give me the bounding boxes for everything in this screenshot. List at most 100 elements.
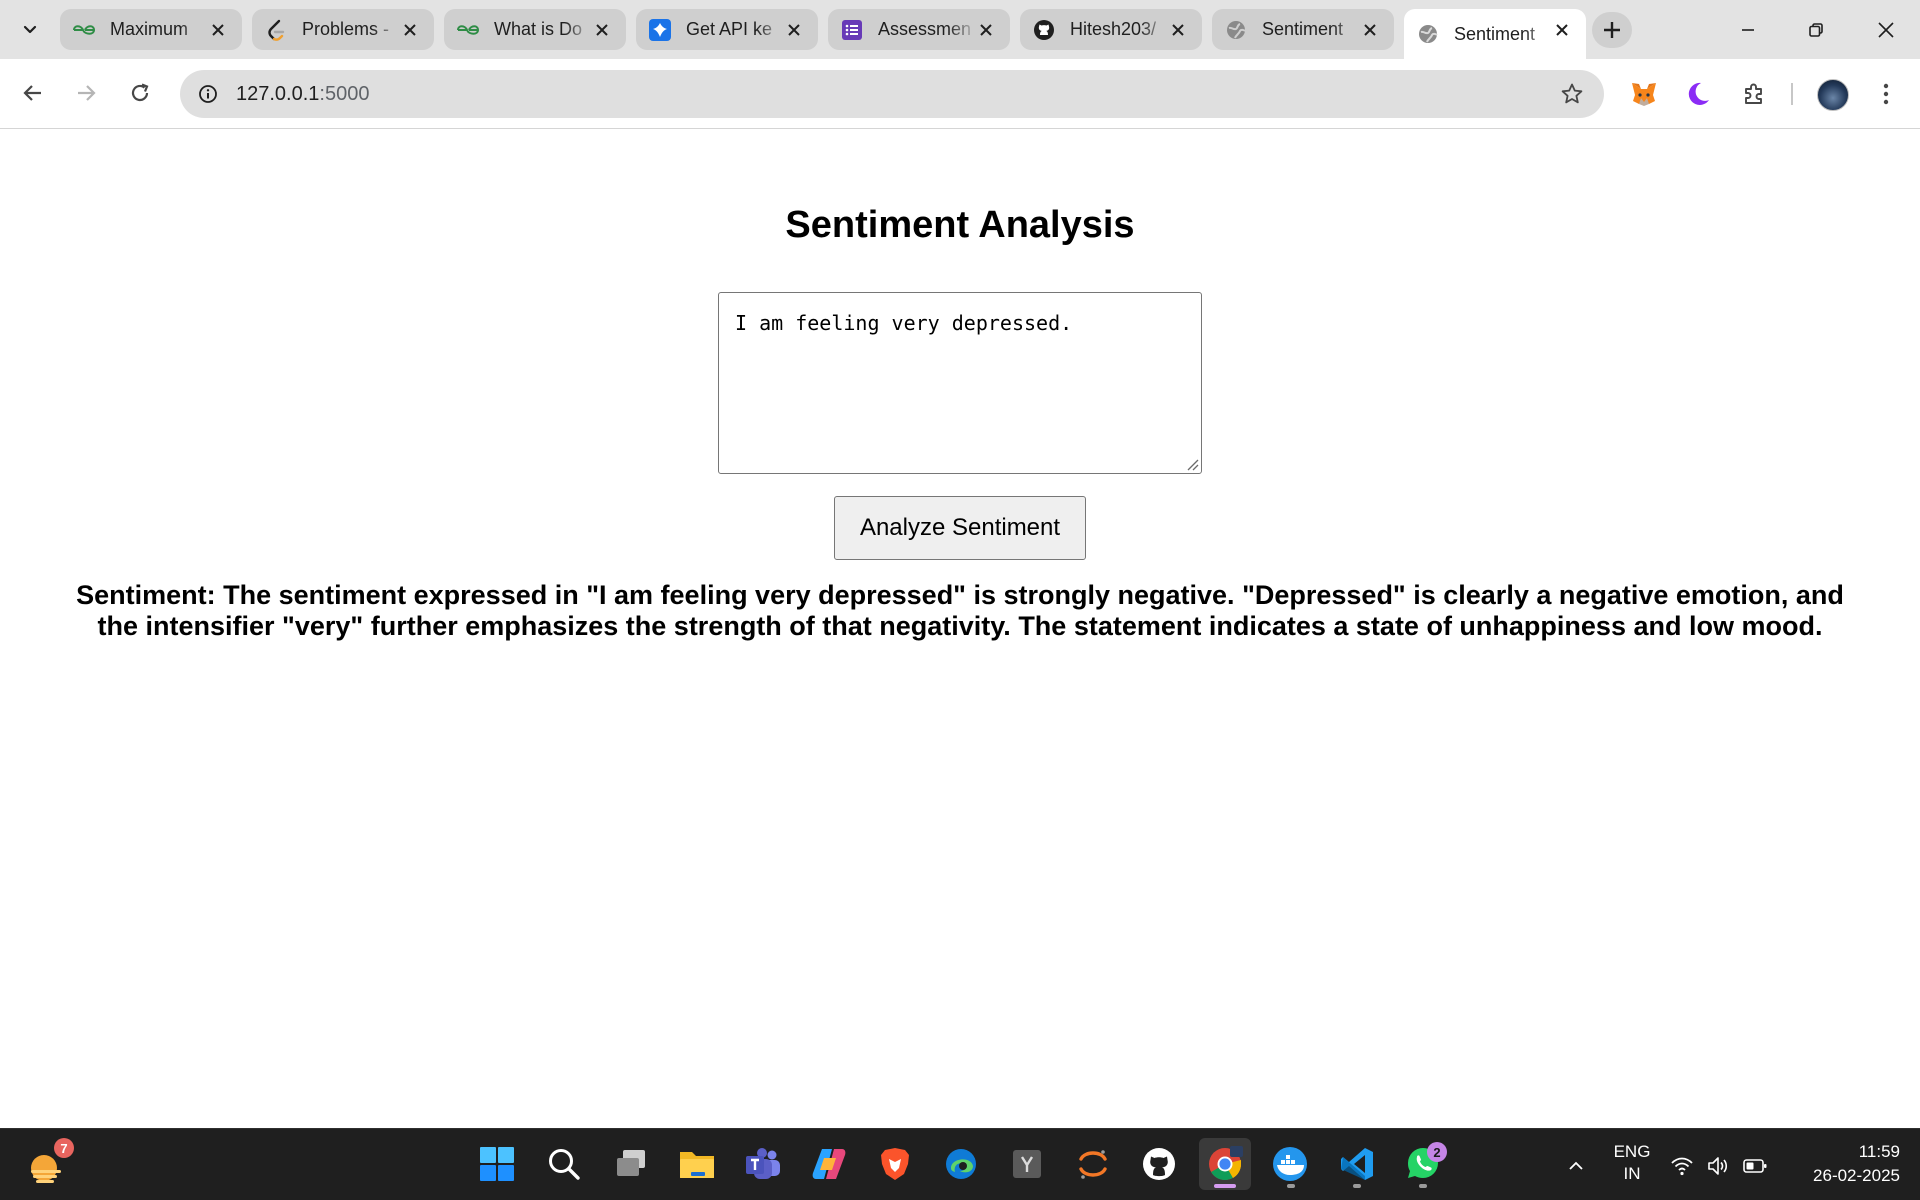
browser-toolbar: 127.0.0.1:5000 (0, 59, 1920, 129)
tab-title: Sentiment (1262, 19, 1344, 39)
globe-icon (1416, 22, 1440, 46)
close-window-button[interactable] (1852, 0, 1920, 59)
tab-maximum[interactable]: Maximum (60, 9, 242, 50)
edge-button[interactable] (935, 1138, 987, 1190)
brave-button[interactable] (869, 1138, 921, 1190)
close-icon[interactable] (974, 18, 998, 42)
file-explorer-icon (680, 1152, 714, 1178)
leetcode-icon (264, 18, 288, 42)
close-icon[interactable] (782, 18, 806, 42)
copilot-button[interactable] (803, 1138, 855, 1190)
tab-search-button[interactable] (14, 13, 46, 45)
kebab-menu-icon (1883, 83, 1889, 105)
taskbar-search-button[interactable] (538, 1138, 590, 1190)
weather-badge: 7 (54, 1138, 74, 1158)
forward-button[interactable] (66, 73, 106, 113)
close-icon[interactable] (398, 18, 422, 42)
whatsapp-badge: 2 (1427, 1142, 1447, 1162)
reload-icon (131, 83, 149, 102)
bookmark-button[interactable] (1558, 80, 1586, 108)
forms-icon (840, 18, 864, 42)
chrome-button[interactable] (1199, 1138, 1251, 1190)
extensions-button[interactable] (1736, 76, 1772, 112)
url-text[interactable]: 127.0.0.1:5000 (236, 83, 369, 106)
close-icon[interactable] (590, 18, 614, 42)
puzzle-extensions-icon (1745, 83, 1762, 104)
metamask-icon (1632, 83, 1656, 106)
arrow-left-icon (23, 85, 41, 101)
arrow-right-icon (78, 85, 96, 101)
site-info-button[interactable] (192, 78, 224, 110)
copilot-icon (812, 1149, 846, 1179)
brave-icon (881, 1148, 909, 1180)
tab-title: Assessmen (878, 19, 972, 39)
geeksforgeeks-icon (456, 18, 480, 42)
tab-problems[interactable]: Problems - (252, 9, 434, 50)
task-view-button[interactable] (605, 1138, 657, 1190)
weather-widget[interactable]: 7 (22, 1138, 74, 1190)
close-icon (1878, 21, 1894, 38)
browser-menu-button[interactable] (1868, 76, 1904, 112)
back-button[interactable] (13, 73, 53, 113)
running-indicator (1419, 1184, 1427, 1188)
show-hidden-icons-button[interactable] (1558, 1148, 1594, 1184)
tab-sentiment-1[interactable]: Sentiment (1212, 9, 1394, 50)
chevron-up-icon (1569, 1161, 1583, 1170)
tab-assessment[interactable]: Assessmen (828, 9, 1010, 50)
tab-title: Sentiment (1454, 23, 1536, 44)
sentiment-result: Sentiment: The sentiment expressed in "I… (76, 580, 1844, 641)
teams-button[interactable] (737, 1138, 789, 1190)
github-icon (1032, 18, 1056, 42)
new-tab-button[interactable] (1592, 12, 1632, 48)
close-icon[interactable] (1358, 18, 1382, 42)
github-desktop-button[interactable] (1133, 1138, 1185, 1190)
clock-time: 11:59 (1858, 1142, 1900, 1161)
file-explorer-button[interactable] (671, 1138, 723, 1190)
reload-button[interactable] (120, 73, 160, 113)
url-port: :5000 (319, 83, 370, 105)
page-content: Sentiment Analysis I am feeling very dep… (0, 130, 1920, 1128)
dark-mode-extension-button[interactable] (1680, 76, 1716, 112)
resize-grip-icon[interactable] (1186, 458, 1199, 471)
close-icon[interactable] (1166, 18, 1190, 42)
restore-button[interactable] (1782, 0, 1850, 59)
windows-start-button[interactable] (471, 1138, 523, 1190)
whatsapp-button[interactable]: 2 (1397, 1138, 1449, 1190)
docker-button[interactable] (1265, 1138, 1317, 1190)
windows-start-icon (480, 1147, 514, 1181)
tab-sentiment-active[interactable]: Sentiment (1404, 9, 1586, 59)
volume-icon (1708, 1157, 1728, 1175)
minimize-button[interactable] (1714, 0, 1782, 59)
ai-studio-icon (648, 18, 672, 42)
tab-get-api-key[interactable]: Get API ke (636, 9, 818, 50)
analyze-sentiment-button[interactable]: Analyze Sentiment (834, 496, 1086, 560)
plus-icon (1604, 22, 1620, 38)
geeksforgeeks-icon (72, 18, 96, 42)
chevron-down-icon (23, 25, 37, 34)
minimize-icon (1742, 28, 1754, 31)
tab-what-is[interactable]: What is Do (444, 9, 626, 50)
yandex-button[interactable] (1001, 1138, 1053, 1190)
jupyter-icon (1079, 1150, 1107, 1179)
metamask-extension-button[interactable] (1626, 76, 1662, 112)
sentiment-input[interactable]: I am feeling very depressed. (718, 292, 1202, 474)
system-clock[interactable]: 11:59 26-02-2025 (1780, 1140, 1900, 1188)
tab-title: Problems - (302, 19, 390, 39)
edge-icon (946, 1149, 976, 1179)
vscode-button[interactable] (1331, 1138, 1383, 1190)
address-bar[interactable]: 127.0.0.1:5000 (180, 70, 1604, 118)
close-icon[interactable] (206, 18, 230, 42)
wifi-icon (1671, 1157, 1693, 1176)
restore-icon (1809, 22, 1823, 37)
system-tray[interactable] (1670, 1148, 1768, 1184)
tab-title: What is Do (494, 19, 583, 39)
close-icon[interactable] (1550, 18, 1574, 42)
info-icon (199, 85, 217, 103)
dark-mode-moon-icon (1688, 82, 1709, 105)
language-indicator[interactable]: ENG IN (1608, 1141, 1656, 1185)
docker-icon (1273, 1147, 1307, 1181)
profile-avatar[interactable] (1817, 79, 1849, 111)
jupyter-button[interactable] (1067, 1138, 1119, 1190)
tab-github-repo[interactable]: Hitesh203/ (1020, 9, 1202, 50)
language-region: IN (1623, 1164, 1641, 1183)
